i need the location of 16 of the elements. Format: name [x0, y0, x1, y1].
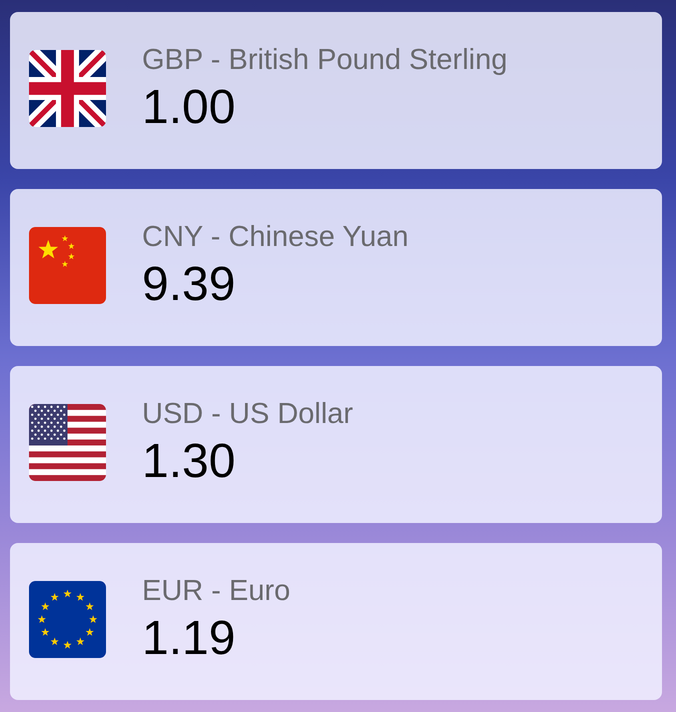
flag-icon [29, 581, 106, 658]
flag-icon [29, 404, 106, 481]
currency-card[interactable]: GBP - British Pound Sterling 1.00 [10, 12, 662, 169]
exchange-rate: 1.00 [142, 80, 236, 136]
exchange-rate: 1.19 [142, 610, 236, 666]
currency-card[interactable]: EUR - Euro 1.19 [10, 543, 662, 700]
currency-name: USD - US Dollar [142, 396, 354, 432]
exchange-rate: 1.30 [142, 434, 236, 490]
currency-card[interactable]: USD - US Dollar 1.30 [10, 366, 662, 523]
exchange-rate: 9.39 [142, 256, 236, 312]
currency-name: EUR - Euro [142, 574, 290, 608]
flag-icon [29, 227, 106, 304]
currency-name: GBP - British Pound Sterling [142, 42, 508, 78]
currency-card[interactable]: CNY - Chinese Yuan 9.39 [10, 189, 662, 346]
flag-icon [29, 50, 106, 127]
currency-name: CNY - Chinese Yuan [142, 220, 409, 254]
